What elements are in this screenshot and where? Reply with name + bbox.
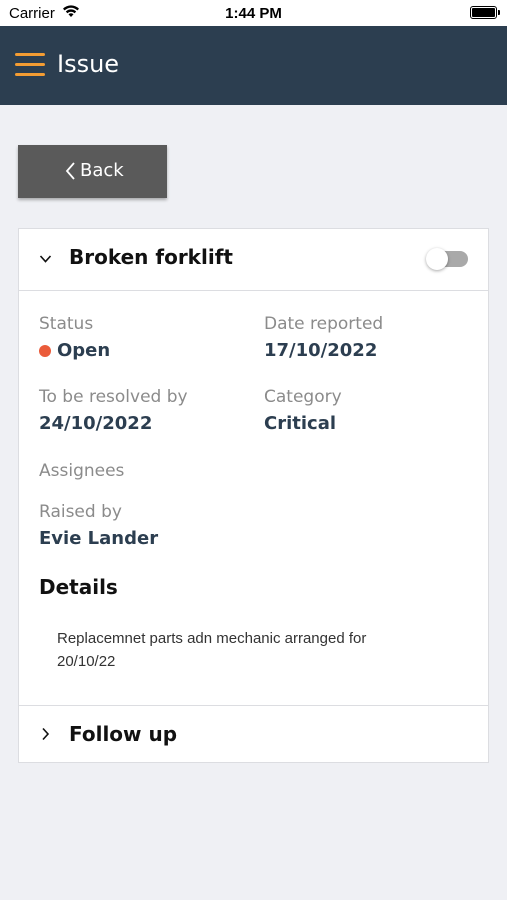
status-indicator-dot: [39, 345, 51, 357]
page-title: Issue: [57, 50, 120, 78]
assignees-label: Assignees: [39, 461, 125, 481]
resolve-by-label: To be resolved by: [39, 387, 188, 407]
chevron-right-icon: [42, 727, 50, 741]
clock-time: 1:44 PM: [225, 5, 282, 22]
status-value: Open: [57, 340, 111, 361]
status-label: Status: [39, 314, 94, 334]
follow-up-section[interactable]: Follow up: [19, 705, 488, 762]
top-navigation-bar: Issue: [0, 26, 507, 105]
raised-by-value: Evie Lander: [39, 528, 159, 549]
raised-by-label: Raised by: [39, 502, 122, 522]
resolve-by-value: 24/10/2022: [39, 413, 153, 434]
category-value: Critical: [264, 413, 337, 434]
issue-toggle-switch[interactable]: [426, 248, 470, 270]
follow-up-title: Follow up: [69, 722, 178, 746]
details-text: Replacemnet parts adn mechanic arranged …: [57, 627, 417, 673]
hamburger-menu-icon[interactable]: [15, 53, 45, 77]
back-button[interactable]: Back: [18, 145, 167, 198]
issue-card-header[interactable]: Broken forklift: [19, 229, 488, 291]
battery-icon: [470, 6, 500, 19]
date-reported-label: Date reported: [264, 314, 384, 334]
issue-title: Broken forklift: [69, 245, 233, 269]
back-button-label: Back: [80, 160, 124, 181]
status-bar: Carrier 1:44 PM: [0, 0, 507, 26]
details-line: 20/10/22: [57, 653, 116, 670]
chevron-down-icon: [39, 255, 52, 263]
issue-card: Broken forklift Status Open Date reporte…: [18, 228, 489, 763]
details-heading: Details: [39, 575, 118, 599]
date-reported-value: 17/10/2022: [264, 340, 378, 361]
details-line: Replacemnet parts adn mechanic arranged …: [57, 630, 367, 647]
toggle-knob: [426, 248, 448, 270]
chevron-left-icon: [65, 162, 75, 180]
category-label: Category: [264, 387, 342, 407]
